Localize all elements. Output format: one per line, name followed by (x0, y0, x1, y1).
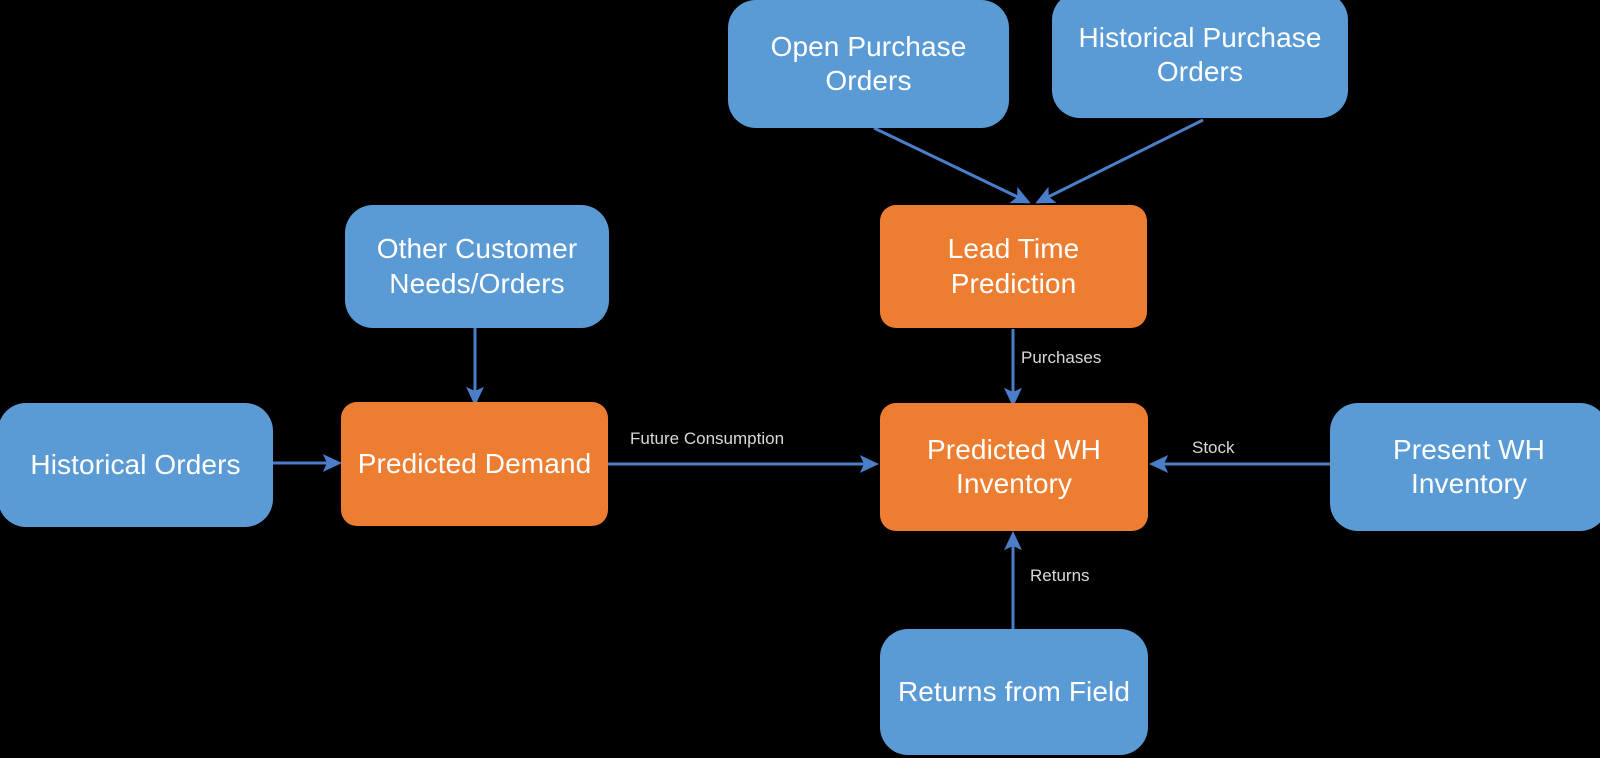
edge-label-stock: Stock (1192, 438, 1235, 457)
node-other-customer-needs[interactable]: Other Customer Needs/Orders (345, 205, 609, 328)
edge-label-future-consumption: Future Consumption (630, 429, 785, 448)
node-label: Lead Time Prediction (947, 233, 1080, 299)
node-historical-orders[interactable]: Historical Orders (0, 403, 273, 527)
node-present-wh-inventory[interactable]: Present WH Inventory (1330, 403, 1600, 531)
node-label: Returns from Field (897, 675, 1131, 707)
node-label: Predicted WH Inventory (927, 433, 1101, 499)
node-label: Predicted Demand (357, 447, 592, 479)
node-open-purchase-orders[interactable]: Open Purchase Orders (728, 0, 1009, 128)
node-predicted-wh-inventory[interactable]: Predicted WH Inventory (880, 403, 1148, 531)
node-label: Other Customer Needs/Orders (376, 233, 578, 299)
node-label: Historical Orders (30, 448, 241, 480)
diagram-canvas: Open Purchase Orders Historical Purchase… (0, 0, 1600, 758)
node-returns-from-field[interactable]: Returns from Field (880, 629, 1148, 755)
edge-historical-po-to-lead-time (1035, 118, 1204, 204)
edge-label-purchases: Purchases (1021, 348, 1102, 367)
node-label: Open Purchase Orders (770, 30, 967, 96)
node-label: Historical Purchase Orders (1078, 21, 1322, 87)
node-historical-purchase-orders[interactable]: Historical Purchase Orders (1052, 0, 1348, 118)
node-label: Present WH Inventory (1393, 433, 1545, 499)
node-predicted-demand[interactable]: Predicted Demand (341, 402, 608, 526)
edge-open-po-to-lead-time (873, 126, 1031, 204)
edge-label-returns: Returns (1030, 566, 1090, 585)
node-lead-time-prediction[interactable]: Lead Time Prediction (880, 205, 1147, 328)
